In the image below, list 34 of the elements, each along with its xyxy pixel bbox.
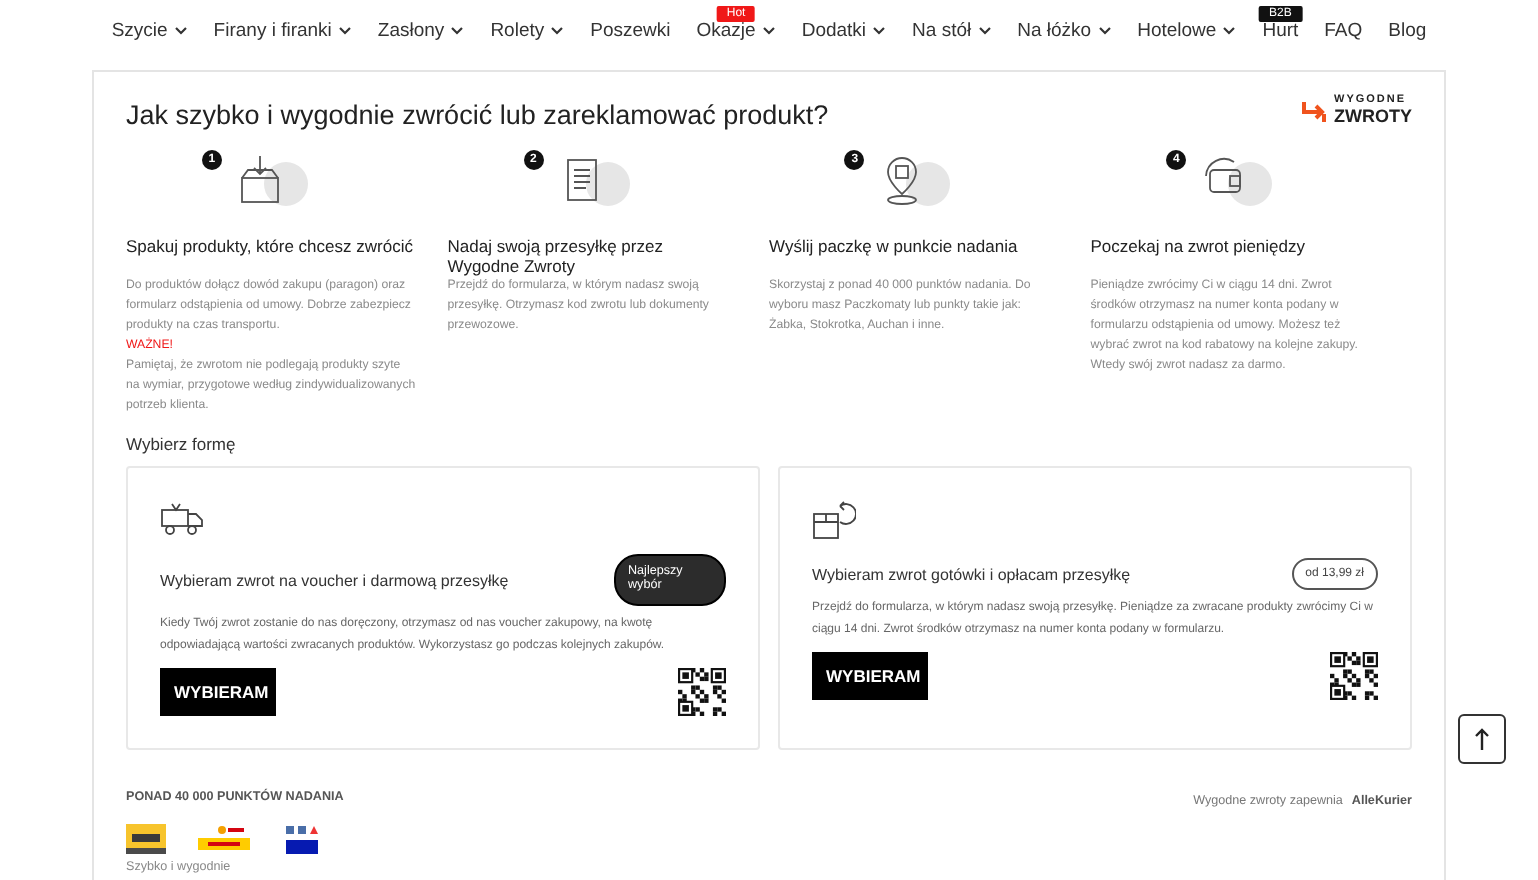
nav-link[interactable]: Rolety xyxy=(490,19,565,41)
qr-code-icon xyxy=(1330,651,1378,700)
nav-link[interactable]: Zasłony xyxy=(377,19,465,41)
nav-link[interactable]: Poszewki xyxy=(590,19,671,41)
nav-link[interactable]: Hurt xyxy=(1262,19,1299,41)
courier-logo-icon xyxy=(282,824,322,859)
step-title: Poczekaj na zwrot pieniędzy xyxy=(1090,236,1308,260)
courier-logo-icon xyxy=(126,824,166,855)
choose-button[interactable]: WYBIERAM xyxy=(812,651,928,700)
step-title: Wyślij paczkę w punkcie nadania xyxy=(769,236,1020,260)
page-title: Jak szybko i wygodnie zwrócić lub zareklamować produkt? xyxy=(126,100,829,130)
courier-logo-icon xyxy=(198,824,250,855)
scroll-top-button[interactable] xyxy=(1458,714,1506,764)
nav-link[interactable]: FAQ xyxy=(1324,19,1363,41)
step-title: Spakuj produkty, które chcesz zwrócić xyxy=(126,236,415,260)
nav-link[interactable]: Dodatki xyxy=(801,19,887,41)
section-label: Wybierz formę xyxy=(126,434,238,455)
nav-link[interactable]: Okazje xyxy=(696,19,776,41)
option-title: Wybieram zwrot gotówki i opłacam przesyłkę xyxy=(812,565,1131,584)
qr-code-icon xyxy=(678,667,726,716)
return-arrows-icon xyxy=(1300,99,1328,123)
nav-link[interactable]: Firany i firanki xyxy=(213,19,352,41)
step-title: Nadaj swoją przesyłkę przez Wygodne Zwroty xyxy=(447,236,665,276)
choose-button[interactable]: WYBIERAM xyxy=(160,667,276,716)
arrow-up-icon xyxy=(1474,727,1490,751)
nav-link[interactable]: Na łóżko xyxy=(1017,19,1112,41)
option-title: Wybieram zwrot na voucher i darmową przesyłkę xyxy=(160,571,509,590)
nav-link[interactable]: Na stół xyxy=(912,19,992,41)
nav-link[interactable]: Blog xyxy=(1388,19,1427,41)
parcel-return-icon xyxy=(812,500,856,541)
nav-link[interactable]: Hotelowe xyxy=(1137,19,1237,41)
logo-text: ZWROTY xyxy=(1334,107,1412,126)
truck-icon xyxy=(160,500,204,537)
nav-link[interactable]: Szycie xyxy=(111,19,188,41)
